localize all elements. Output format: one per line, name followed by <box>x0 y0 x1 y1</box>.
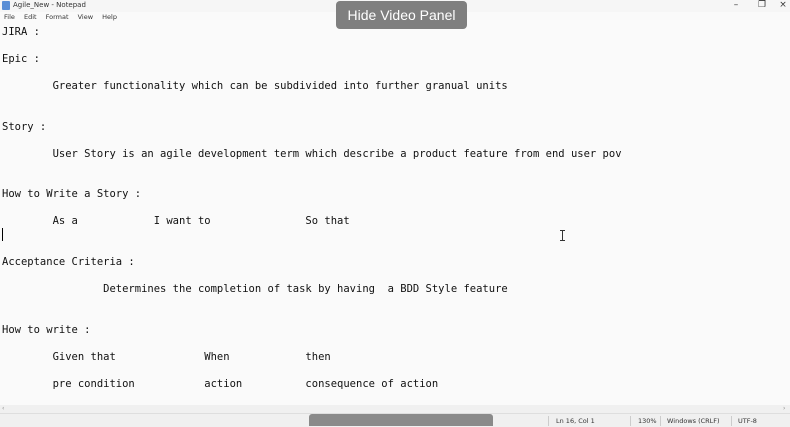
close-button[interactable]: × <box>776 0 790 12</box>
window-title: Agile_New - Notepad <box>13 1 86 9</box>
menu-view[interactable]: View <box>78 13 93 21</box>
editor-line: JIRA : <box>2 26 40 38</box>
editor-line: Acceptance Criteria : <box>2 256 135 268</box>
minimize-button[interactable]: – <box>724 0 748 12</box>
text-caret <box>2 228 3 241</box>
editor-line: Epic : <box>2 53 40 65</box>
menu-help[interactable]: Help <box>102 13 117 21</box>
notepad-icon <box>2 1 10 10</box>
status-divider <box>548 416 549 426</box>
editor-line: Greater functionality which can be subdi… <box>2 80 508 92</box>
status-divider <box>660 416 661 426</box>
zoom-level: 130% <box>638 417 657 425</box>
menu-edit[interactable]: Edit <box>24 13 37 21</box>
video-controls-bar[interactable] <box>309 414 493 426</box>
editor-line: pre condition action consequence of acti… <box>2 378 439 390</box>
ibeam-cursor-icon <box>560 230 565 241</box>
editor-line: As a I want to So that <box>2 215 350 227</box>
text-editor[interactable]: JIRA : Epic : Greater functionality whic… <box>0 24 790 404</box>
status-divider <box>731 416 732 426</box>
editor-line: Given that When then <box>2 351 331 363</box>
editor-line: Story : <box>2 121 47 133</box>
editor-line: User Story is an agile development term … <box>2 148 622 160</box>
editor-line: How to write : <box>2 324 91 336</box>
scroll-right-arrow[interactable]: › <box>783 405 785 413</box>
cursor-position: Ln 16, Col 1 <box>556 417 595 425</box>
line-ending: Windows (CRLF) <box>667 417 720 425</box>
editor-line: Determines the completion of task by hav… <box>2 283 508 295</box>
horizontal-scrollbar[interactable]: ‹ › <box>0 405 790 413</box>
editor-line: How to Write a Story : <box>2 188 142 200</box>
menu-format[interactable]: Format <box>46 13 69 21</box>
maximize-button[interactable]: ❐ <box>750 0 774 12</box>
encoding: UTF-8 <box>738 417 757 425</box>
scroll-left-arrow[interactable]: ‹ <box>2 405 4 413</box>
status-divider <box>630 416 631 426</box>
menu-file[interactable]: File <box>4 13 15 21</box>
menu-bar: File Edit Format View Help <box>0 13 120 23</box>
